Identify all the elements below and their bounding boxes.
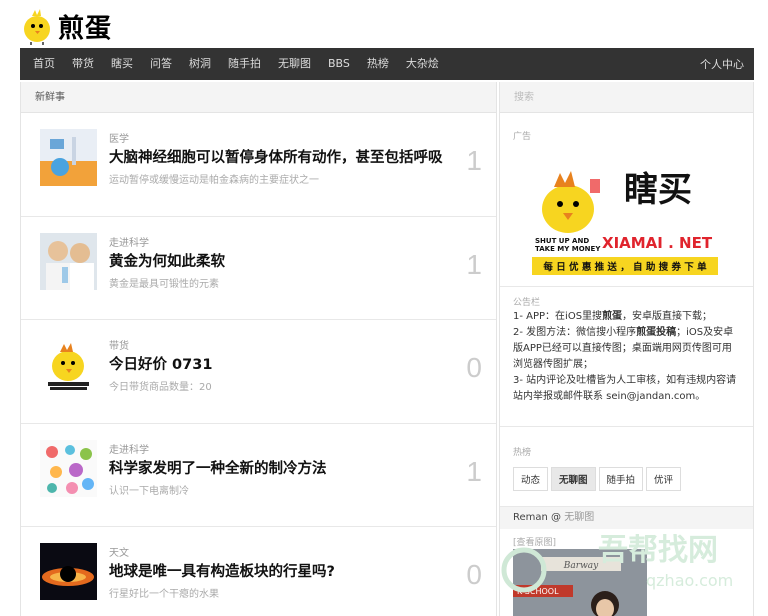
post-title[interactable]: 黄金为何如此柔软 xyxy=(109,250,225,271)
post-thumbnail[interactable] xyxy=(40,232,97,290)
recent-user[interactable]: Reman xyxy=(513,512,548,523)
comment-count[interactable]: 0 xyxy=(466,352,482,384)
sidebar: 搜索 广告 瞎买 SHUT UP AND TAKE MY MONEY XIAMA… xyxy=(499,82,754,616)
comment-count[interactable]: 0 xyxy=(466,559,482,591)
post-category[interactable]: 带货 xyxy=(109,337,129,352)
nav-item-home[interactable]: 首页 xyxy=(20,48,63,80)
post-item[interactable]: 医学 大脑神经细胞可以暂停身体所有动作，甚至包括呼吸 运动暂停或缓慢运动是帕金森… xyxy=(21,113,496,217)
tab-top-comments[interactable]: 优评 xyxy=(646,467,682,491)
ad-slogan-1: SHUT UP AND xyxy=(535,237,589,245)
ad-label: 广告 xyxy=(513,132,532,142)
comment-count[interactable]: 1 xyxy=(466,249,482,281)
comment-count[interactable]: 1 xyxy=(466,456,482,488)
post-item[interactable]: 走进科学 黄金为何如此柔软 黄金是最具可锻性的元素 1 xyxy=(21,217,496,320)
ad-section: 广告 瞎买 SHUT UP AND TAKE MY MONEY XIAMAI .… xyxy=(500,113,753,287)
photo-sign-1: Barway xyxy=(563,561,599,571)
chick-logo-icon xyxy=(24,9,50,45)
photo-sign-2: K SCHOOL xyxy=(517,587,559,596)
notice-line-3: 3- 站内评论及吐槽皆为人工审核，如有违规内容请站内举报或邮件联系 sein@j… xyxy=(513,375,737,402)
post-summary: 黄金是最具可锻性的元素 xyxy=(109,278,219,290)
nav-item-hot[interactable]: 热榜 xyxy=(358,48,397,80)
recent-header: Reman @ 无聊图 xyxy=(500,507,753,529)
post-category[interactable]: 医学 xyxy=(109,130,129,145)
nav-item-pics[interactable]: 无聊图 xyxy=(269,48,319,80)
post-item[interactable]: 天文 地球是唯一具有构造板块的行星吗? 行星好比一个干瘪的水果 0 xyxy=(21,527,496,616)
post-item[interactable]: 带货 今日好价 0731 今日带货商品数量：20 0 xyxy=(21,320,496,424)
post-thumbnail[interactable] xyxy=(40,129,97,186)
post-thumbnail[interactable] xyxy=(40,543,97,600)
nav-item-snapshot[interactable]: 随手拍 xyxy=(219,48,269,80)
ad-banner[interactable]: 瞎买 SHUT UP AND TAKE MY MONEY XIAMAI . NE… xyxy=(530,149,722,277)
post-category[interactable]: 天文 xyxy=(109,544,129,559)
tab-snapshot[interactable]: 随手拍 xyxy=(598,467,644,491)
recent-where[interactable]: 无聊图 xyxy=(564,512,594,523)
hot-section: 热榜 动态 无聊图 随手拍 优评 xyxy=(500,427,753,507)
ad-brand-en: XIAMAI . NET xyxy=(602,234,713,252)
notice-content: 1- APP：在iOS里搜煎蛋，安卓版直接下载； 2- 发图方法：微信搜小程序煎… xyxy=(513,309,741,405)
news-heading: 新鲜事 xyxy=(21,82,496,113)
post-title[interactable]: 地球是唯一具有构造板块的行星吗? xyxy=(109,560,335,581)
notice-label: 公告栏 xyxy=(513,298,541,308)
nav-item-bbs[interactable]: BBS xyxy=(319,48,358,80)
ad-slogan-2: TAKE MY MONEY xyxy=(535,245,601,253)
search-input[interactable]: 搜索 xyxy=(500,82,753,113)
post-summary: 今日带货商品数量：20 xyxy=(109,382,212,393)
tab-dynamics[interactable]: 动态 xyxy=(513,467,549,491)
post-title[interactable]: 科学家发明了一种全新的制冷方法 xyxy=(109,457,327,478)
hot-tabs: 动态 无聊图 随手拍 优评 xyxy=(513,467,684,491)
hot-label: 热榜 xyxy=(513,448,532,458)
nav-item-treehole[interactable]: 树洞 xyxy=(180,48,219,80)
recent-at: @ xyxy=(551,512,562,523)
nav-item-daihuo[interactable]: 带货 xyxy=(63,48,102,80)
post-summary: 运动暂停或缓慢运动是帕金森病的主要症状之一 xyxy=(109,175,319,186)
post-category[interactable]: 走进科学 xyxy=(109,441,149,456)
notice-board: 公告栏 1- APP：在iOS里搜煎蛋，安卓版直接下载； 2- 发图方法：微信搜… xyxy=(500,287,753,427)
post-thumbnail[interactable] xyxy=(40,439,97,497)
notice-line-2: 2- 发图方法：微信搜小程序煎蛋投稿；iOS及安卓版APP已经可以直接传图；桌面… xyxy=(513,327,734,370)
tab-pics[interactable]: 无聊图 xyxy=(551,467,596,491)
nav-item-xiamai[interactable]: 瞎买 xyxy=(102,48,141,80)
post-title[interactable]: 大脑神经细胞可以暂停身体所有动作，甚至包括呼吸 xyxy=(109,146,443,167)
recent-post: Reman @ 无聊图 [查看原图] Barway K SCHOOL xyxy=(500,507,753,616)
nav-user-center[interactable]: 个人中心 xyxy=(700,56,754,72)
ad-tagline: 每 日 优 惠 推 送 ， 自 助 搜 券 下 单 xyxy=(543,261,707,273)
comment-count[interactable]: 1 xyxy=(466,145,482,177)
site-logo[interactable]: 煎蛋 xyxy=(18,6,112,46)
nav-item-qa[interactable]: 问答 xyxy=(141,48,180,80)
ad-brand-cn: 瞎买 xyxy=(624,170,692,210)
notice-line-1: 1- APP：在iOS里搜煎蛋，安卓版直接下载； xyxy=(513,311,713,322)
main-nav: 首页 带货 瞎买 问答 树洞 随手拍 无聊图 BBS 热榜 大杂烩 个人中心 xyxy=(20,48,754,80)
post-summary: 认识一下电离制冷 xyxy=(109,485,189,497)
post-category[interactable]: 走进科学 xyxy=(109,234,149,249)
nav-item-misc[interactable]: 大杂烩 xyxy=(397,48,447,80)
recent-photo[interactable]: Barway K SCHOOL xyxy=(513,549,647,616)
post-item[interactable]: 走进科学 科学家发明了一种全新的制冷方法 认识一下电离制冷 1 xyxy=(21,424,496,527)
view-original-link[interactable]: [查看原图] xyxy=(513,535,556,548)
post-summary: 行星好比一个干瘪的水果 xyxy=(109,589,219,600)
ad-chick-icon: 瞎买 SHUT UP AND TAKE MY MONEY XIAMAI . NE… xyxy=(532,170,718,275)
post-title[interactable]: 今日好价 0731 xyxy=(109,353,212,374)
post-thumbnail[interactable] xyxy=(40,336,97,393)
news-column: 新鲜事 医学 大脑神经细胞可以暂停身体所有动作，甚至包括呼吸 运动暂停或缓慢运动… xyxy=(20,82,497,616)
brand-name: 煎蛋 xyxy=(58,13,113,44)
